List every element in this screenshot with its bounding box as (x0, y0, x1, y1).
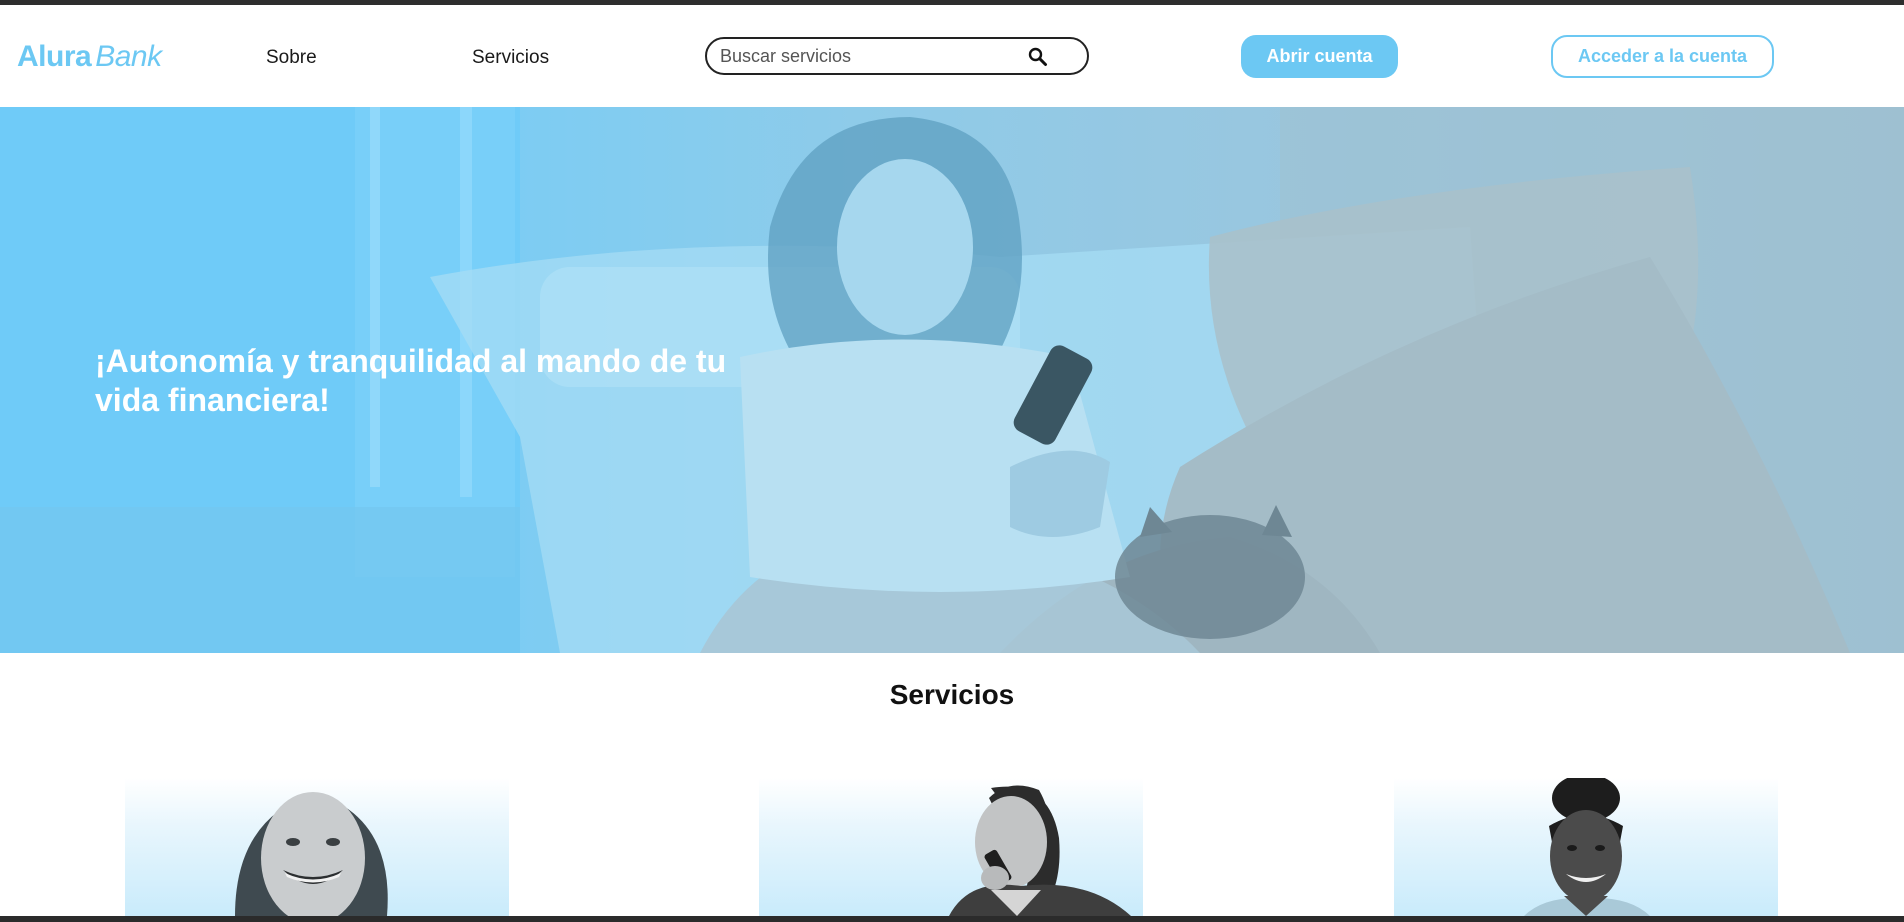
hero-banner: ¡Autonomía y tranquilidad al mando de tu… (0, 107, 1904, 653)
logo-text-primary: Alura (17, 40, 92, 73)
woman-with-bun-portrait (1524, 778, 1650, 916)
open-account-button[interactable]: Abrir cuenta (1241, 35, 1398, 78)
logo-text-secondary: Bank (95, 40, 162, 73)
services-title: Servicios (889, 679, 1015, 710)
smiling-woman-portrait (235, 792, 388, 916)
search-input[interactable] (720, 45, 1020, 67)
service-card[interactable] (759, 778, 1143, 916)
search-icon[interactable] (1026, 45, 1050, 69)
search-bar (705, 37, 1089, 75)
man-with-phone-portrait (949, 785, 1131, 916)
browser-bottom-edge (0, 916, 1904, 922)
alurabank-logo[interactable]: Alura Bank (17, 39, 162, 75)
hero-title: ¡Autonomía y tranquilidad al mando de tu… (95, 343, 727, 418)
service-card[interactable] (1394, 778, 1778, 916)
nav-link-servicios[interactable]: Servicios (472, 46, 549, 70)
service-card[interactable] (125, 778, 509, 916)
nav-link-sobre[interactable]: Sobre (266, 46, 317, 70)
access-account-button[interactable]: Acceder a la cuenta (1551, 35, 1774, 78)
site-header: AluraBank Sobre Servicios Abrir cuenta A… (0, 5, 1904, 107)
